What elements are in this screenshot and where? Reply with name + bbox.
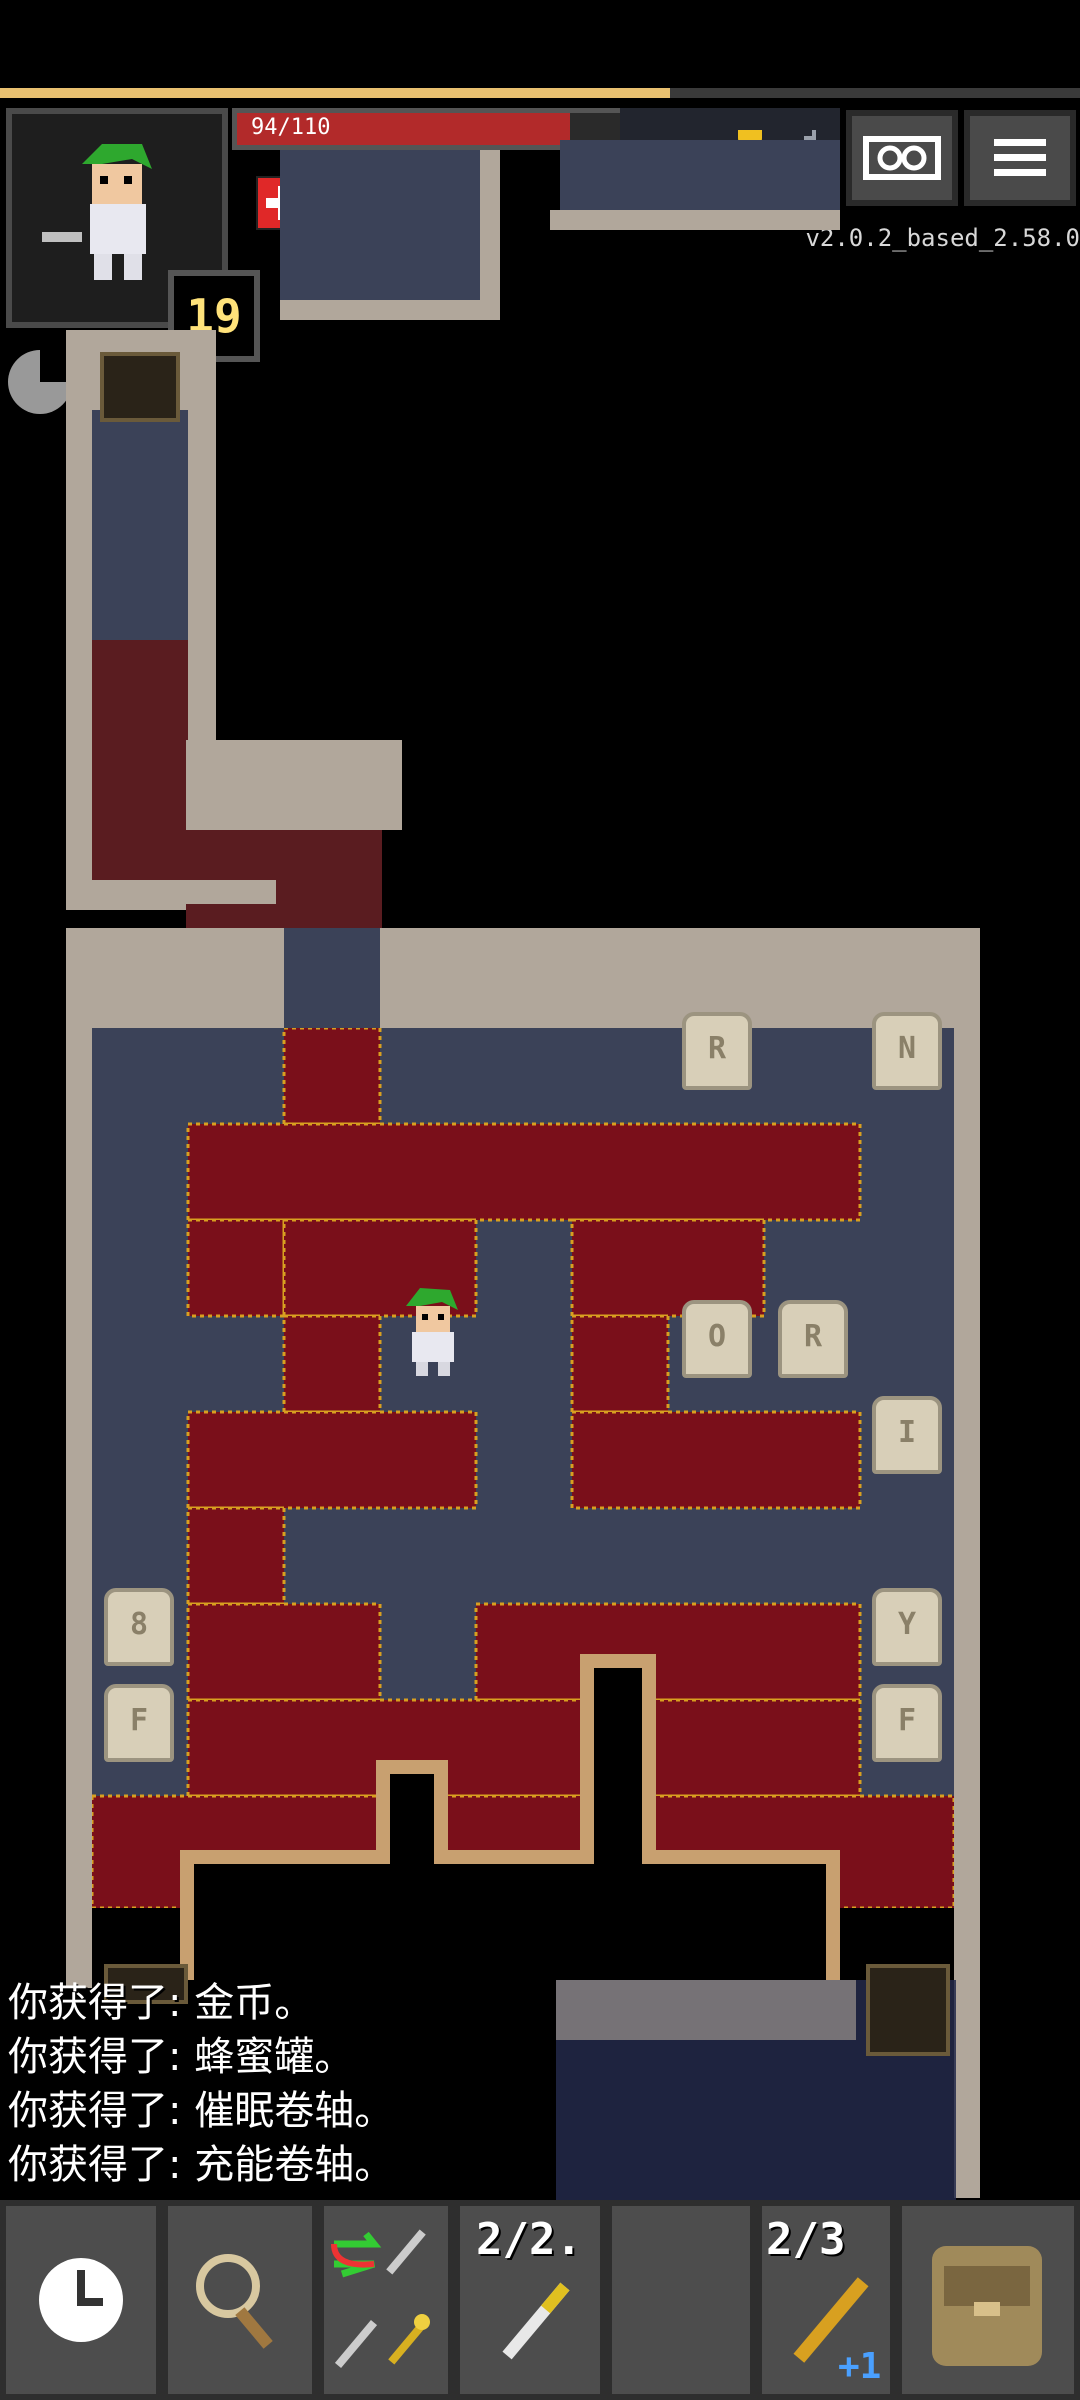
upper-room-floor-right <box>560 140 840 220</box>
tombstone[interactable]: 8 <box>104 1588 174 1666</box>
backpack-icon <box>932 2246 1042 2366</box>
corridor-turn-wall <box>186 740 402 830</box>
health-text: 94/110 <box>251 115 331 140</box>
swap-icon[interactable] <box>331 2231 382 2278</box>
corridor-floor-blood <box>92 640 188 890</box>
menu-button[interactable] <box>964 110 1076 206</box>
quickslot-mini-icons <box>331 2229 430 2369</box>
clock-icon <box>39 2258 123 2342</box>
tombstone[interactable]: Y <box>872 1588 942 1666</box>
wand-icon <box>502 2282 570 2360</box>
busy-indicator-icon <box>8 350 72 414</box>
tombstone[interactable]: F <box>872 1684 942 1762</box>
tombstone[interactable]: R <box>682 1012 752 1090</box>
upper-room-wall-right <box>480 150 500 320</box>
lower-door[interactable] <box>866 1964 950 2056</box>
room-left-wall <box>66 928 92 1988</box>
room-right-wall <box>954 928 980 2198</box>
upper-room-wall-bottom <box>550 210 840 230</box>
magnifier-icon <box>196 2254 273 2349</box>
experience-bar <box>0 88 1080 98</box>
tombstone[interactable]: O <box>682 1300 752 1378</box>
chasm <box>180 1654 840 1980</box>
dagger-icon[interactable] <box>386 2229 426 2275</box>
tombstone[interactable]: N <box>872 1012 942 1090</box>
quickslot-1[interactable]: 2/2. <box>454 2200 606 2400</box>
quickslot-1-count: 2/2. <box>476 2214 582 2265</box>
game-log-line: 你获得了: 蜂蜜罐。 <box>8 2034 355 2080</box>
quickslot-swap-panel <box>318 2200 454 2400</box>
sword-icon[interactable] <box>334 2319 378 2369</box>
wand-icon[interactable] <box>388 2314 430 2365</box>
quickslot-2-count: 2/3 <box>766 2214 846 2265</box>
hero-sprite[interactable] <box>392 1282 472 1378</box>
version-label: v2.0.2_based_2.58.0 <box>805 224 1080 252</box>
quickslot-empty[interactable] <box>606 2200 756 2400</box>
corridor-floor <box>92 410 188 650</box>
room-top-wall <box>66 928 980 1028</box>
quickslot-2[interactable]: 2/3 +1 <box>756 2200 896 2400</box>
inventory-button[interactable] <box>896 2200 1080 2400</box>
upgrade-badge: +1 <box>838 2346 882 2387</box>
room-entrance-floor <box>284 928 380 1028</box>
game-log-line: 你获得了: 催眠卷轴。 <box>8 2088 395 2134</box>
menu-icon <box>994 139 1046 176</box>
experience-bar-fill <box>0 88 670 98</box>
tombstone[interactable]: I <box>872 1396 942 1474</box>
game-log-line: 你获得了: 充能卷轴。 <box>8 2142 395 2188</box>
upper-room-floor <box>280 150 490 310</box>
lower-room-wall <box>556 1980 856 2040</box>
search-button[interactable] <box>162 2200 318 2400</box>
upper-room-wall <box>280 300 500 320</box>
journal-button[interactable] <box>846 110 958 206</box>
corridor-bottom-wall <box>66 880 276 904</box>
journal-icon <box>863 136 941 180</box>
tombstone[interactable]: R <box>778 1300 848 1378</box>
game-log-line: 你获得了: 金币。 <box>8 1980 315 2026</box>
corridor-door[interactable] <box>100 352 180 422</box>
tombstone[interactable]: F <box>104 1684 174 1762</box>
wait-button[interactable] <box>0 2200 162 2400</box>
